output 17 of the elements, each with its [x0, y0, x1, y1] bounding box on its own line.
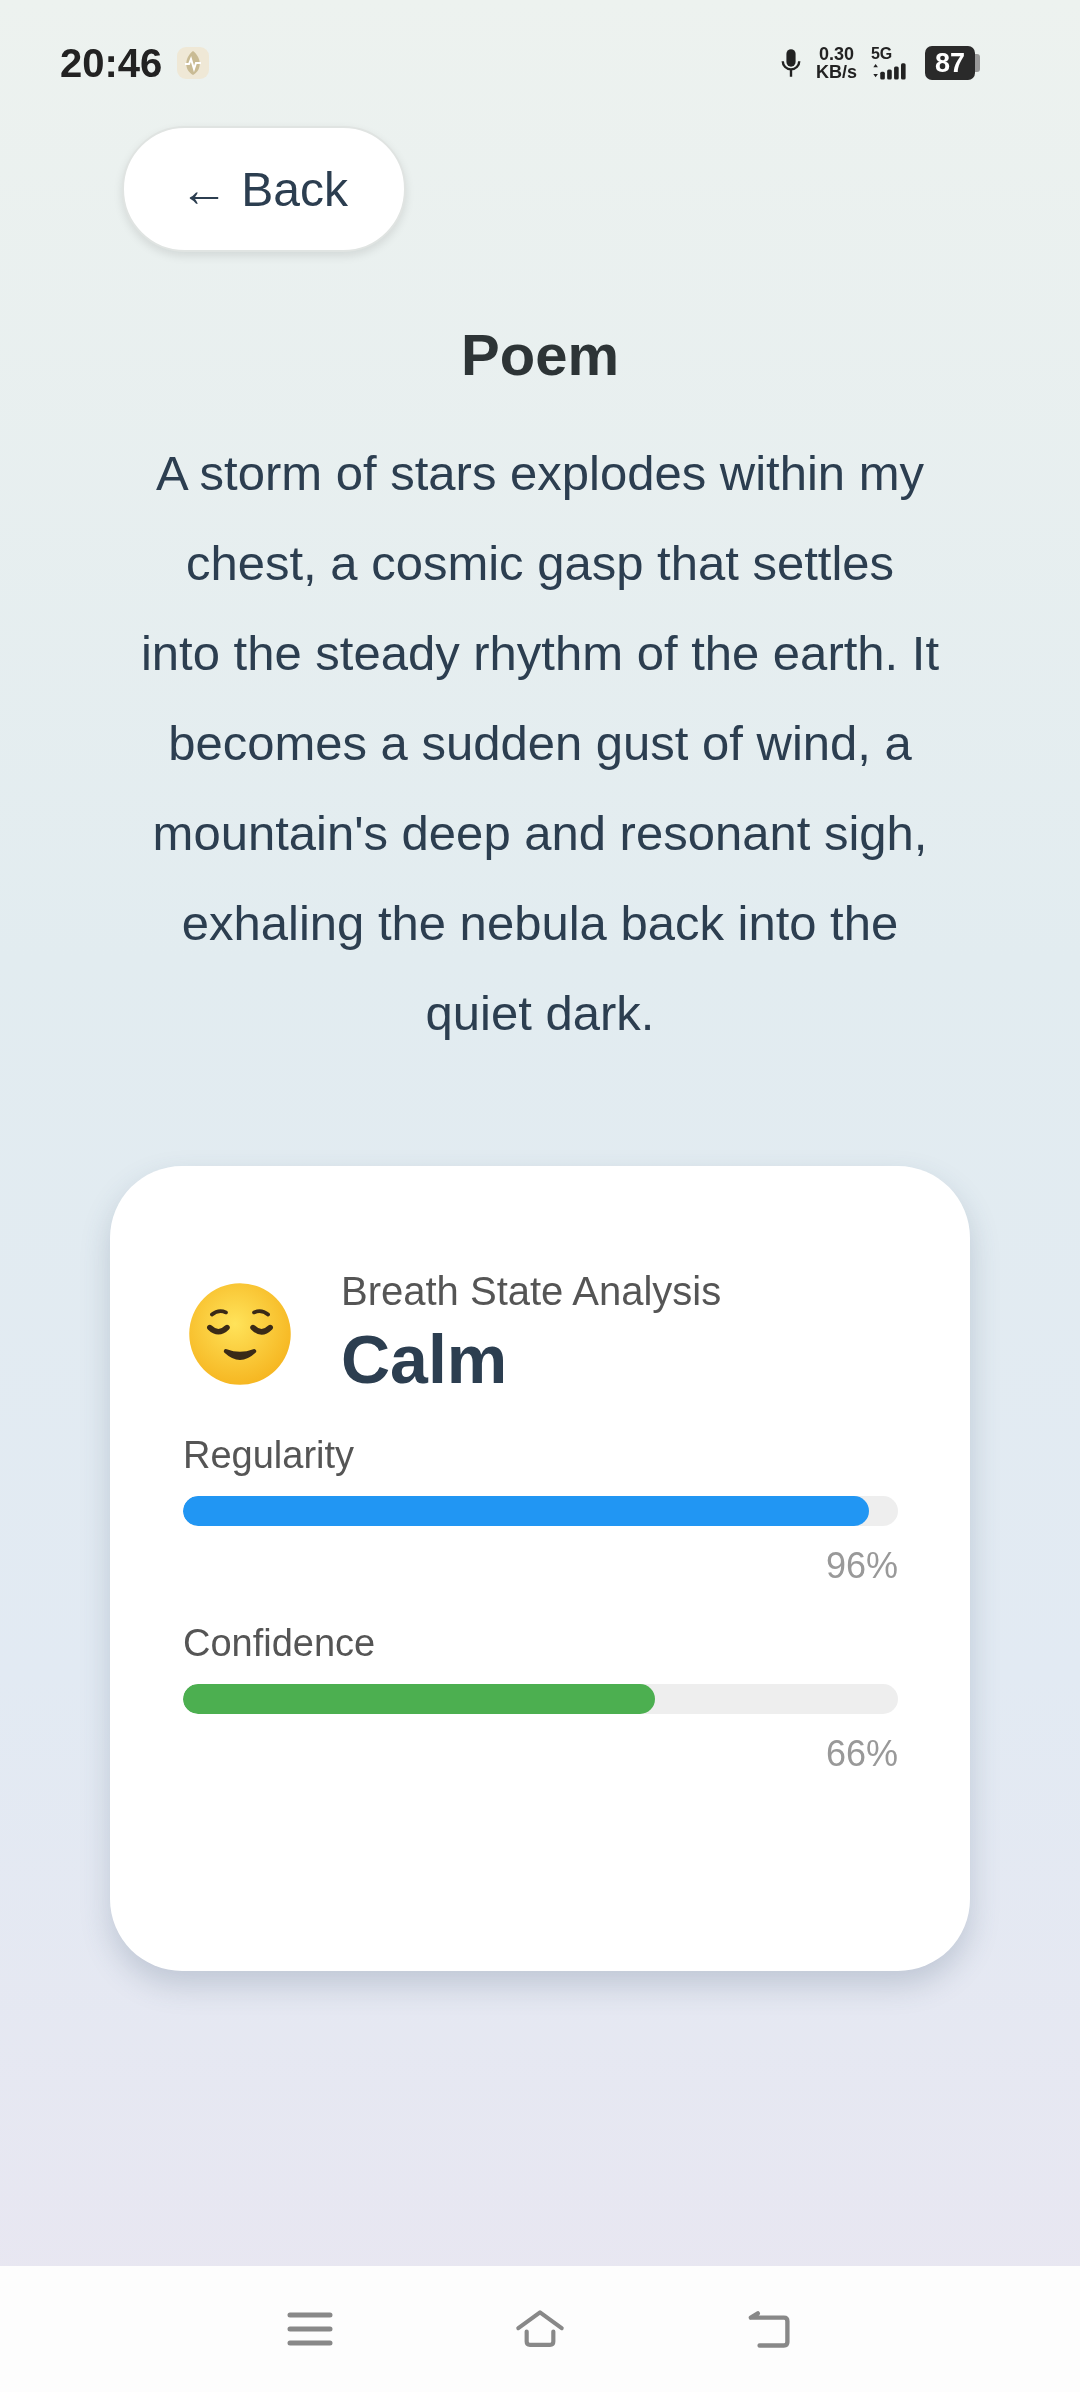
network-type: 5G [870, 46, 893, 62]
relieved-face-icon [186, 1280, 294, 1388]
metric-label: Regularity [183, 1433, 356, 1478]
status-time: 20:46 [60, 40, 163, 86]
network-speed: 0.30 [818, 45, 854, 63]
app-icon [176, 46, 211, 80]
poem-text: A storm of stars explodes within my chest, a cosmic gasp that settles into the steady rhythm of the earth. It becomes a sudden gust of wind, a mountain's deep and resonant sigh, exhaling the nebula back into the quiet dark. [140, 445, 940, 1042]
breath-state: Calm [341, 1320, 509, 1399]
microphone-icon [779, 46, 802, 80]
analysis-heading: Breath State Analysis [341, 1268, 722, 1315]
back-button[interactable]: ← Back [122, 126, 406, 252]
poem-title: Poem [460, 321, 620, 389]
metric-value: 96% [825, 1544, 898, 1588]
speed-unit: KB/s [815, 63, 857, 81]
home-icon[interactable] [515, 2309, 565, 2349]
metric-label: Confidence [183, 1621, 377, 1666]
metric-value: 66% [825, 1732, 898, 1776]
